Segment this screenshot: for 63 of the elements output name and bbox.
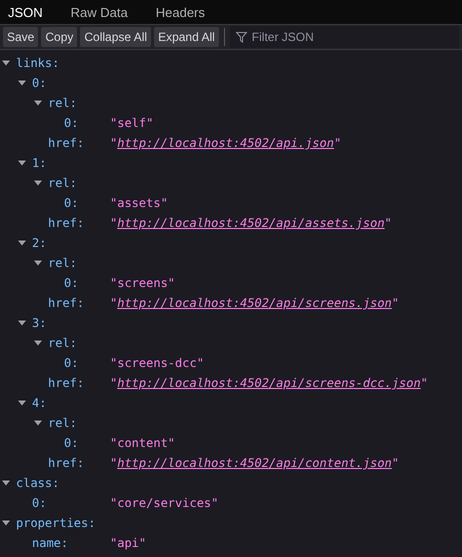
url-value: "http://localhost:4502/api/screens.json" [110,296,400,310]
toolbar-button[interactable]: Expand All [154,27,219,47]
string-value: "screens" [110,276,176,290]
json-key: 4: [32,396,46,410]
json-key: rel: [48,96,77,110]
json-key: href: [48,136,84,150]
json-key: links: [16,56,60,70]
tab[interactable]: Raw Data [66,0,140,24]
json-key: href: [48,376,84,390]
url-link[interactable]: http://localhost:4502/api/content.json [117,456,392,470]
json-key: 0: [32,76,46,90]
string-value: "core/services" [110,496,218,510]
caret-icon[interactable] [34,99,42,107]
caret-icon[interactable] [2,479,10,487]
caret-icon[interactable] [18,399,26,407]
url-link[interactable]: http://localhost:4502/api/assets.json [117,216,385,230]
json-key: rel: [48,256,77,270]
json-key: 2: [32,236,46,250]
url-value: "http://localhost:4502/api/screens-dcc.json" [110,376,428,390]
json-key: 1: [32,156,46,170]
caret-icon[interactable] [34,179,42,187]
json-key: 0: [32,496,46,510]
toolbar-button[interactable]: Collapse All [80,27,152,47]
tab[interactable]: JSON [4,0,55,24]
json-key: rel: [48,336,77,350]
string-value: "api" [110,536,146,550]
string-value: "screens-dcc" [110,356,204,370]
filter-field[interactable]: Filter JSON [230,26,459,48]
caret-icon[interactable] [34,419,42,427]
toolbar-button[interactable]: Copy [41,27,78,47]
json-key: 0: [64,436,78,450]
json-key: 0: [64,196,78,210]
url-link[interactable]: http://localhost:4502/api/screens-dcc.json [117,376,421,390]
caret-icon[interactable] [18,79,26,87]
json-key: 0: [64,356,78,370]
tab[interactable]: Headers [152,0,217,24]
url-link[interactable]: http://localhost:4502/api.json [117,136,334,150]
json-key: 3: [32,316,46,330]
json-key: href: [48,456,84,470]
string-value: "self" [110,116,154,130]
url-value: "http://localhost:4502/api/content.json" [110,456,400,470]
json-key: href: [48,216,84,230]
caret-icon[interactable] [2,519,10,527]
json-key: rel: [48,176,77,190]
caret-icon[interactable] [18,319,26,327]
caret-icon[interactable] [18,159,26,167]
caret-icon[interactable] [34,259,42,267]
url-link[interactable]: http://localhost:4502/api/screens.json [117,296,392,310]
string-value: "assets" [110,196,168,210]
caret-icon[interactable] [2,59,10,67]
caret-icon[interactable] [34,339,42,347]
caret-icon[interactable] [18,239,26,247]
json-key: class: [16,476,60,490]
json-key: href: [48,296,84,310]
url-value: "http://localhost:4502/api/assets.json" [110,216,392,230]
json-key: name: [32,536,68,550]
json-key: rel: [48,416,77,430]
string-value: "content" [110,436,176,450]
json-key: 0: [64,276,78,290]
toolbar-button[interactable]: Save [3,27,38,47]
url-value: "http://localhost:4502/api.json" [110,136,342,150]
json-key: properties: [16,516,96,530]
json-key: 0: [64,116,78,130]
